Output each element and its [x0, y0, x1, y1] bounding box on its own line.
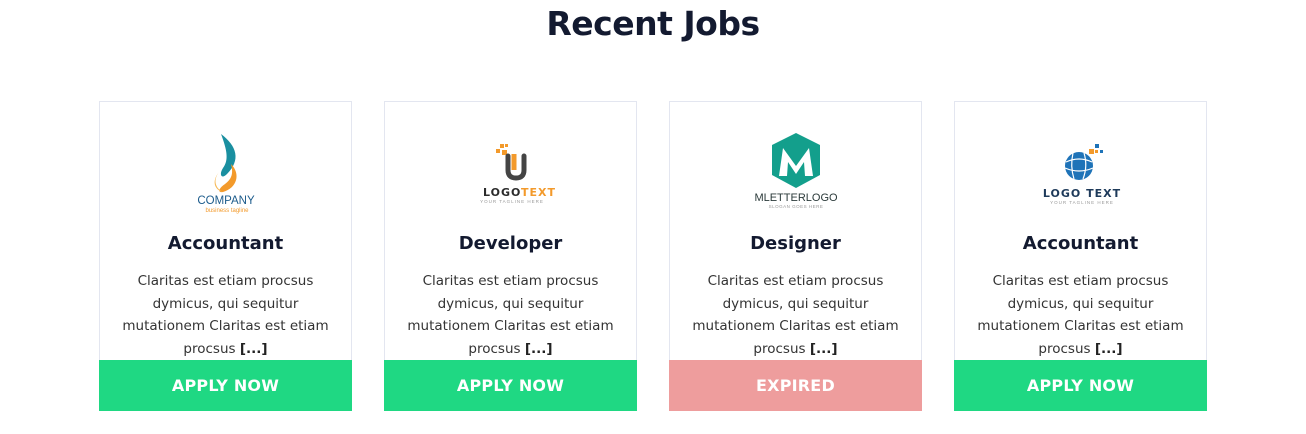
job-description-text: Claritas est etiam procsus dymicus, qui … [692, 273, 899, 357]
apply-now-button[interactable]: APPLY NOW [99, 360, 352, 411]
company-logo: MLETTERLOGO SLOGAN GOES HERE [670, 130, 921, 220]
job-description-text: Claritas est etiam procsus dymicus, qui … [407, 273, 614, 357]
job-description: Claritas est etiam procsus dymicus, qui … [680, 270, 911, 360]
company-logo: COMPANY business tagline [100, 130, 351, 220]
m-hexagon-logo-icon: MLETTERLOGO SLOGAN GOES HERE [754, 133, 838, 209]
job-card: COMPANY business tagline Accountant Clar… [99, 101, 352, 411]
svg-text:SLOGAN GOES HERE: SLOGAN GOES HERE [768, 204, 823, 209]
job-description-text: Claritas est etiam procsus dymicus, qui … [122, 273, 329, 357]
read-more-link[interactable]: [...] [810, 341, 838, 357]
job-title: Accountant [1022, 233, 1139, 254]
company-logo: LOGO TEXT YOUR TAGLINE HERE [385, 130, 636, 220]
apply-now-button[interactable]: APPLY NOW [384, 360, 637, 411]
svg-text:COMPANY: COMPANY [197, 195, 255, 207]
job-title: Designer [750, 233, 841, 254]
read-more-link[interactable]: [...] [525, 341, 553, 357]
svg-text:MLETTERLOGO: MLETTERLOGO [754, 192, 838, 204]
job-card: LOGO TEXT YOUR TAGLINE HERE Accountant C… [954, 101, 1207, 411]
svg-text:LOGO: LOGO [483, 186, 521, 199]
job-description-text: Claritas est etiam procsus dymicus, qui … [977, 273, 1184, 357]
apply-now-button[interactable]: APPLY NOW [954, 360, 1207, 411]
section-title: Recent Jobs [546, 4, 760, 43]
svg-text:YOUR TAGLINE HERE: YOUR TAGLINE HERE [1050, 200, 1114, 205]
svg-text:LOGO TEXT: LOGO TEXT [1042, 187, 1120, 200]
globe-logo-icon: LOGO TEXT YOUR TAGLINE HERE [1042, 144, 1120, 205]
job-title: Accountant [167, 233, 284, 254]
read-more-link[interactable]: [...] [1095, 341, 1123, 357]
company-logo: LOGO TEXT YOUR TAGLINE HERE [955, 130, 1206, 220]
job-card: MLETTERLOGO SLOGAN GOES HERE Designer Cl… [669, 101, 922, 411]
job-title: Developer [458, 233, 563, 254]
svg-text:YOUR TAGLINE HERE: YOUR TAGLINE HERE [480, 199, 544, 204]
svg-text:business tagline: business tagline [205, 208, 249, 214]
flame-logo-icon: COMPANY business tagline [197, 134, 255, 214]
job-description: Claritas est etiam procsus dymicus, qui … [395, 270, 626, 360]
job-description: Claritas est etiam procsus dymicus, qui … [110, 270, 341, 360]
job-card: LOGO TEXT YOUR TAGLINE HERE Developer Cl… [384, 101, 637, 411]
job-description: Claritas est etiam procsus dymicus, qui … [965, 270, 1196, 360]
u-pixel-logo-icon: LOGO TEXT YOUR TAGLINE HERE [480, 144, 556, 204]
svg-text:TEXT: TEXT [521, 186, 556, 199]
expired-button[interactable]: EXPIRED [669, 360, 922, 411]
read-more-link[interactable]: [...] [240, 341, 268, 357]
